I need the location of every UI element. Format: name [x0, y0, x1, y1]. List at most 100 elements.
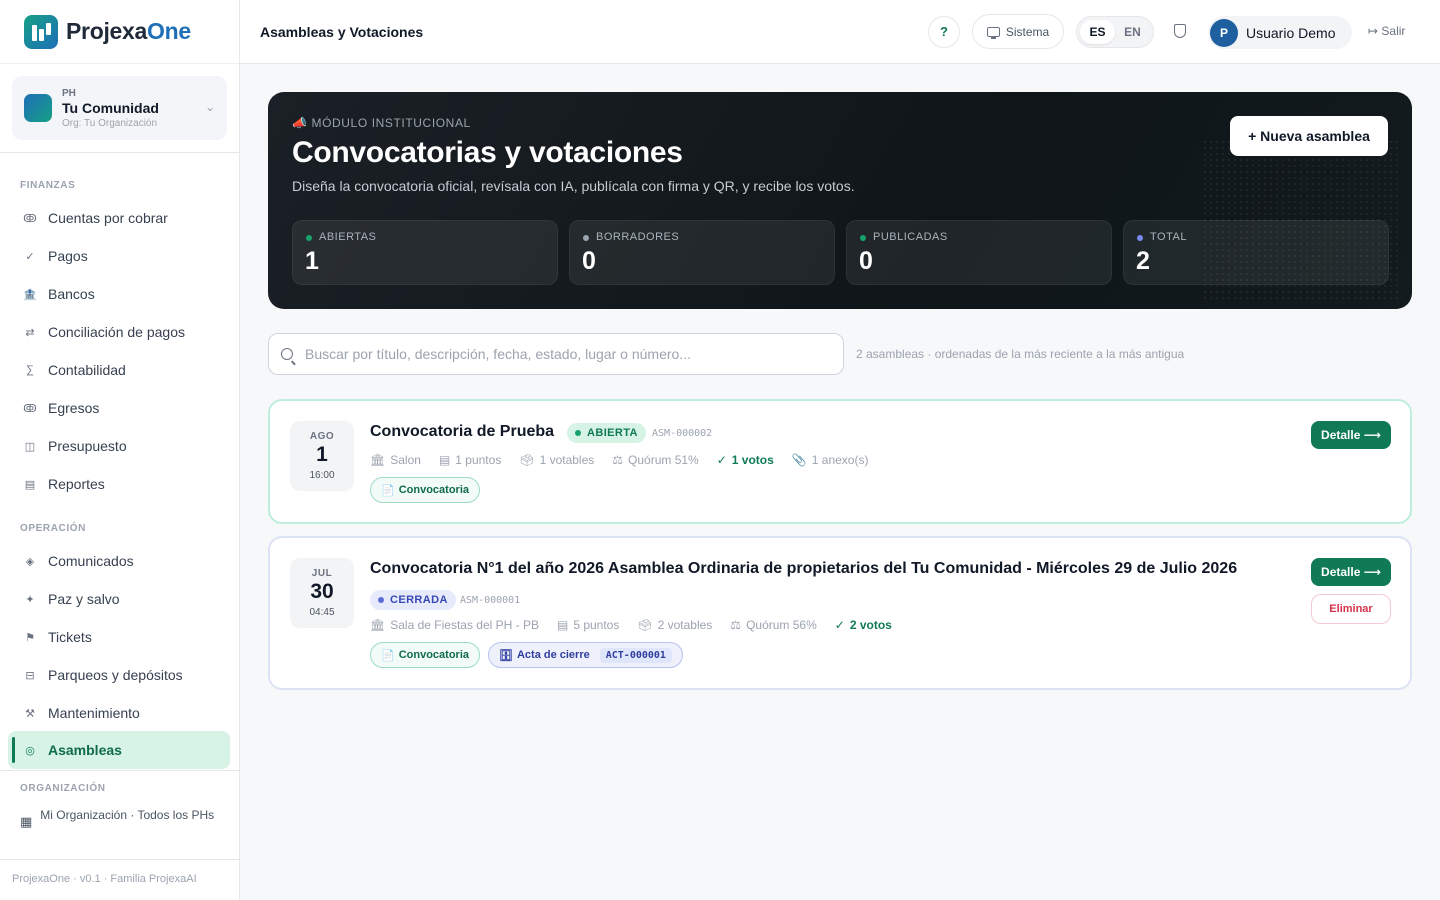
convocatoria-chip[interactable]: 📄 Convocatoria [370, 477, 480, 503]
search-box [268, 333, 844, 375]
delete-button[interactable]: Eliminar [1311, 594, 1391, 624]
acta-de-cierre-chip[interactable]: 🗄 Acta de cierre ACT-000001 [488, 642, 683, 668]
ballot-icon: 🗳 [637, 618, 653, 632]
detail-button[interactable]: Detalle ⟶ [1311, 558, 1391, 586]
sidebar-item-label: Conciliación de pagos [48, 324, 185, 340]
sidebar-item-contabilidad[interactable]: ∑ Contabilidad [8, 351, 230, 389]
assembly-meta: 🏛 Sala de Fiestas del PH - PB ▤ 5 puntos 🗳… [370, 618, 892, 632]
sidebar-item-label: Egresos [48, 400, 100, 416]
sidebar-item-label: Presupuesto [48, 438, 127, 454]
user-menu[interactable]: P Usuario Demo [1208, 16, 1352, 49]
stat-label: ABIERTAS [319, 231, 377, 243]
voters: 🗳 2 votables [637, 618, 713, 632]
help-button[interactable]: ? [928, 16, 960, 48]
date-month: JUL [311, 568, 333, 579]
new-assembly-button[interactable]: + Nueva asamblea [1230, 116, 1388, 156]
org-subtitle: Org: Tu Organización [62, 117, 158, 129]
votes: ✓ 2 votos [834, 618, 892, 632]
sidebar-item-label: Tickets [48, 629, 92, 645]
stat-value: 0 [859, 247, 873, 275]
check-icon: ✓ [716, 453, 727, 467]
sidebar-item-label: Mi Organización · Todos los PHs [40, 808, 215, 822]
shield-icon[interactable] [1174, 24, 1186, 38]
sidebar-item-mantenimiento[interactable]: ⚒ Mantenimiento [8, 694, 230, 732]
status-badge: ABIERTA [567, 423, 646, 443]
acta-code: ACT-000001 [599, 647, 672, 663]
sidebar-item-bancos[interactable]: 🏦 Bancos [8, 275, 230, 313]
assembly-card[interactable]: JUL 30 04:45 Convocatoria N°1 del año 20… [268, 536, 1412, 690]
sidebar-item-comunicados[interactable]: ◈ Comunicados [8, 542, 230, 580]
language-toggle: ES EN [1076, 16, 1154, 48]
stat-value: 1 [305, 247, 319, 275]
annex: 📎 1 anexo(s) [791, 453, 869, 467]
points: ▤ 1 puntos [438, 453, 502, 467]
detail-button[interactable]: Detalle ⟶ [1311, 421, 1391, 449]
assembly-card[interactable]: AGO 1 16:00 Convocatoria de Prueba ABIER… [268, 399, 1412, 524]
status-dot [306, 235, 312, 241]
hero-panel: 📣 MÓDULO INSTITUCIONAL Convocatorias y v… [268, 92, 1412, 309]
brand[interactable]: ProjexaOne [0, 0, 239, 64]
search-input[interactable] [305, 346, 825, 362]
org-switcher[interactable]: PH Tu Comunidad Org: Tu Organización ⌄ [12, 76, 227, 140]
sidebar-item-parqueos[interactable]: ⊟ Parqueos y depósitos [8, 656, 230, 694]
sidebar-item-presupuesto[interactable]: ◫ Presupuesto [8, 427, 230, 465]
divider [0, 859, 239, 860]
date-day: 30 [310, 580, 334, 603]
status-dot [860, 235, 866, 241]
building-icon: 🏛 [370, 453, 386, 467]
avatar: P [1210, 18, 1238, 47]
sidebar-item-mi-organizacion[interactable]: ▦ Mi Organización · Todos los PHs [20, 807, 220, 830]
convocatoria-chip[interactable]: 📄 Convocatoria [370, 642, 480, 668]
assembly-title[interactable]: Convocatoria N°1 del año 2026 Asamblea O… [370, 560, 1237, 578]
bank-icon: 🏦 [23, 288, 37, 301]
sidebar-item-tickets[interactable]: ⚑ Tickets [8, 618, 230, 656]
scale-icon: ⚖ [730, 618, 742, 632]
stat-value: 2 [1136, 247, 1150, 275]
lang-es-button[interactable]: ES [1080, 20, 1115, 44]
sidebar-item-label: Reportes [48, 476, 105, 492]
stat-card-borradores: BORRADORES 0 [569, 220, 835, 285]
sidebar-item-label: Parqueos y depósitos [48, 667, 183, 683]
sidebar-item-cuentas-por-cobrar[interactable]: ↂ Cuentas por cobrar [8, 199, 230, 237]
stat-card-publicadas: PUBLICADAS 0 [846, 220, 1112, 285]
lang-en-button[interactable]: EN [1115, 20, 1150, 44]
sidebar-item-label: Comunicados [48, 553, 134, 569]
logo-icon [24, 14, 58, 49]
stat-label: TOTAL [1150, 231, 1187, 243]
status-dot [583, 235, 589, 241]
report-icon: ▤ [24, 478, 36, 491]
date-time: 04:45 [309, 607, 335, 618]
sparkle-icon: ✦ [25, 593, 35, 606]
paperclip-icon: 📎 [791, 453, 807, 467]
hero-kicker: 📣 MÓDULO INSTITUCIONAL [292, 116, 471, 130]
archive-icon: 🗄 [499, 649, 513, 662]
list-icon: ▤ [556, 618, 569, 632]
date-badge: JUL 30 04:45 [290, 558, 354, 628]
assembly-title[interactable]: Convocatoria de Prueba [370, 423, 554, 441]
date-day: 1 [316, 443, 328, 466]
date-month: AGO [309, 431, 335, 442]
sidebar-item-asambleas[interactable]: ◎ Asambleas [8, 731, 230, 769]
megaphone-icon: 📣 [292, 116, 312, 130]
swap-icon: ⇄ [25, 326, 35, 339]
monitor-icon [986, 26, 1000, 39]
user-name: Usuario Demo [1246, 24, 1336, 41]
sidebar-item-paz-y-salvo[interactable]: ✦ Paz y salvo [8, 580, 230, 618]
sidebar-item-egresos[interactable]: ↂ Egresos [8, 389, 230, 427]
topbar: Asambleas y Votaciones ? Sistema ES EN P… [240, 0, 1440, 64]
logout-label: Salir [1381, 24, 1406, 38]
theme-system-button[interactable]: Sistema [972, 14, 1064, 49]
stat-value: 0 [582, 247, 596, 275]
status-badge: CERRADA [370, 590, 456, 610]
expense-icon: ↂ [23, 402, 37, 415]
list-icon: ▤ [438, 453, 451, 467]
divider [0, 770, 239, 771]
brand-name: ProjexaOne [66, 18, 191, 44]
sidebar-item-pagos[interactable]: ✓ Pagos [8, 237, 230, 275]
sidebar-item-label: Mantenimiento [48, 705, 140, 721]
page-title: Asambleas y Votaciones [260, 24, 424, 40]
sidebar-item-conciliacion[interactable]: ⇄ Conciliación de pagos [8, 313, 230, 351]
org-name: Tu Comunidad [62, 99, 159, 116]
sidebar-item-reportes[interactable]: ▤ Reportes [8, 465, 230, 503]
logout-button[interactable]: ↦ Salir [1368, 24, 1405, 38]
